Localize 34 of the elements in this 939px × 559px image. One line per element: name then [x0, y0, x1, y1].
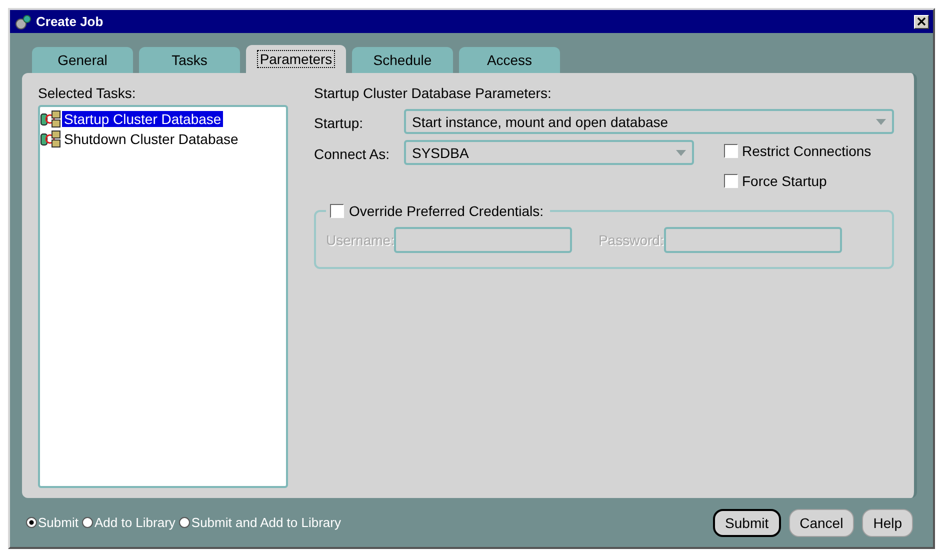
radio-button[interactable]: [179, 517, 190, 528]
checkbox-label: Restrict Connections: [742, 143, 872, 159]
checkbox-label: Force Startup: [742, 173, 827, 189]
window-title: Create Job: [36, 14, 104, 29]
task-item[interactable]: Shutdown Cluster Database: [62, 131, 240, 147]
database-cluster-icon: [40, 110, 62, 128]
dialog-button[interactable]: Cancel: [788, 508, 854, 536]
tab[interactable]: Access: [459, 47, 560, 73]
tab[interactable]: Schedule: [352, 47, 453, 73]
dialog-button[interactable]: Submit: [713, 508, 781, 536]
tab[interactable]: Tasks: [139, 47, 240, 73]
radio-button[interactable]: [82, 517, 94, 528]
radio-label: Submit and Add to Library: [191, 515, 341, 530]
checkbox[interactable]: [724, 144, 738, 158]
startup-dropdown[interactable]: Start instance, mount and open database: [404, 109, 894, 134]
tab[interactable]: Parameters: [246, 45, 346, 73]
field-label: Connect As:: [314, 145, 390, 162]
connect-as-dropdown[interactable]: SYSDBA: [404, 140, 694, 165]
task-item[interactable]: Startup Cluster Database: [62, 111, 224, 127]
parameters-heading: Startup Cluster Database Parameters:: [314, 85, 552, 101]
dropdown-arrow-icon: [676, 150, 686, 156]
checkbox-label: Override Preferred Credentials:: [349, 203, 544, 219]
radio-label: Add to Library: [94, 515, 176, 530]
dropdown-arrow-icon: [876, 118, 886, 124]
dialog-button[interactable]: Help: [862, 508, 913, 536]
selected-tasks-label: Selected Tasks:: [38, 85, 137, 101]
radio-button[interactable]: [26, 517, 37, 528]
tab[interactable]: General: [32, 47, 133, 73]
close-button[interactable]: [914, 14, 929, 28]
checkbox[interactable]: [724, 174, 738, 188]
radio-label: Submit: [38, 515, 78, 530]
database-cluster-icon: [40, 130, 62, 148]
field-label: Startup:: [314, 114, 364, 131]
close-icon: [917, 17, 926, 26]
